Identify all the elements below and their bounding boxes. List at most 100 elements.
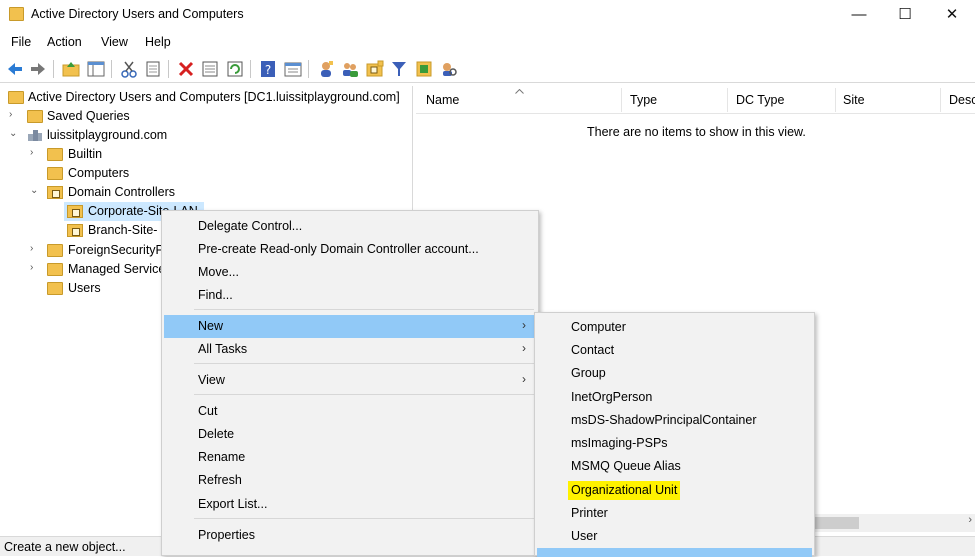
console-tree-icon[interactable] — [283, 59, 303, 79]
scroll-right-icon[interactable]: › — [968, 514, 972, 526]
new-printer[interactable]: Printer — [537, 502, 812, 525]
tree-label: ForeignSecurityP — [68, 243, 164, 257]
chevron-right-icon: › — [522, 372, 526, 386]
new-inetorgperson[interactable]: InetOrgPerson — [537, 386, 812, 409]
tree-label: Domain Controllers — [68, 185, 175, 199]
domain-icon — [28, 130, 42, 141]
menu-item-rename[interactable]: Rename — [164, 446, 536, 469]
new-organizational-unit[interactable]: Organizational Unit — [537, 479, 812, 502]
ou-folder-icon — [67, 205, 83, 218]
menu-item-cut[interactable]: Cut — [164, 400, 536, 423]
svg-text:?: ? — [265, 63, 271, 77]
folder-icon — [27, 110, 43, 123]
properties-icon[interactable] — [200, 59, 220, 79]
add-to-group-icon[interactable] — [414, 59, 434, 79]
tree-item-root[interactable]: Active Directory Users and Computers [DC… — [0, 88, 410, 107]
chevron-right-icon[interactable]: › — [30, 243, 42, 254]
folder-icon — [47, 148, 63, 161]
folder-icon — [47, 244, 63, 257]
back-icon[interactable] — [5, 59, 25, 79]
tree-item-domain-controllers[interactable]: ⌄ Domain Controllers — [0, 183, 410, 202]
column-type[interactable]: Type — [630, 93, 657, 107]
cut-icon[interactable] — [119, 59, 139, 79]
status-text: Create a new object... — [4, 540, 126, 554]
chevron-right-icon[interactable]: › — [30, 262, 42, 273]
folder-icon — [47, 282, 63, 295]
menu-action[interactable]: Action — [47, 35, 82, 49]
menu-help[interactable]: Help — [145, 35, 171, 49]
chevron-right-icon: › — [522, 341, 526, 355]
chevron-right-icon[interactable]: › — [9, 109, 21, 120]
up-folder-icon[interactable] — [61, 59, 81, 79]
new-user[interactable]: User — [537, 525, 812, 548]
forward-icon[interactable] — [28, 59, 48, 79]
show-hide-tree-icon[interactable] — [86, 59, 106, 79]
tree-label: Branch-Site- — [88, 223, 158, 237]
close-button[interactable]: ✕ — [929, 0, 975, 31]
menu-bar: File Action View Help — [0, 31, 975, 53]
new-msimaging-psps[interactable]: msImaging-PSPs — [537, 432, 812, 455]
menu-item-precreate-rodc[interactable]: Pre-create Read-only Domain Controller a… — [164, 238, 536, 261]
new-computer[interactable]: Computer — [537, 316, 812, 339]
tree-label: Active Directory Users and Computers [DC… — [28, 90, 400, 104]
filter-icon[interactable] — [389, 59, 409, 79]
ou-folder-icon — [47, 186, 63, 199]
minimize-button[interactable]: — — [836, 0, 882, 31]
tree-label: Users — [68, 281, 101, 295]
new-group-icon[interactable] — [340, 59, 360, 79]
column-site[interactable]: Site — [843, 93, 865, 107]
menu-item-find[interactable]: Find... — [164, 284, 536, 307]
list-header: Name Type DC Type Site Desc — [416, 86, 975, 114]
chevron-right-icon: › — [522, 318, 526, 332]
sort-ascending-icon — [515, 89, 524, 94]
menu-item-all-tasks[interactable]: All Tasks › — [164, 338, 536, 361]
column-dc-type[interactable]: DC Type — [736, 93, 784, 107]
app-icon — [9, 7, 24, 21]
chevron-down-icon[interactable]: ⌄ — [9, 128, 21, 139]
menu-item-refresh[interactable]: Refresh — [164, 469, 536, 492]
folder-icon — [47, 263, 63, 276]
new-ou-icon[interactable] — [365, 59, 385, 79]
refresh-icon[interactable] — [225, 59, 245, 79]
tree-item-computers[interactable]: Computers — [0, 164, 410, 183]
new-msds-shadow-principal-container[interactable]: msDS-ShadowPrincipalContainer — [537, 409, 812, 432]
menu-item-move[interactable]: Move... — [164, 261, 536, 284]
menu-view[interactable]: View — [101, 35, 128, 49]
tree-label: luissitplayground.com — [47, 128, 168, 142]
new-msmq-queue-alias[interactable]: MSMQ Queue Alias — [537, 455, 812, 478]
help-icon[interactable]: ? — [258, 59, 278, 79]
context-menu: Delegate Control... Pre-create Read-only… — [161, 210, 539, 556]
ou-folder-icon — [67, 224, 83, 237]
menu-file[interactable]: File — [11, 35, 31, 49]
toolbar: ? — [0, 55, 975, 83]
window-title: Active Directory Users and Computers — [31, 7, 244, 21]
tree-label: Saved Queries — [47, 109, 130, 123]
column-name[interactable]: Name — [426, 93, 459, 107]
column-description[interactable]: Desc — [949, 93, 975, 107]
menu-item-new[interactable]: New › — [164, 315, 536, 338]
menu-item-delete[interactable]: Delete — [164, 423, 536, 446]
empty-list-message: There are no items to show in this view. — [587, 125, 806, 139]
tree-label: Computers — [68, 166, 130, 180]
menu-item-export-list[interactable]: Export List... — [164, 493, 536, 516]
tree-item-domain[interactable]: ⌄ luissitplayground.com — [0, 126, 410, 145]
folder-icon — [47, 167, 63, 180]
chevron-right-icon[interactable]: › — [30, 147, 42, 158]
scrollbar-thumb[interactable] — [814, 517, 859, 529]
tree-item-builtin[interactable]: › Builtin — [0, 145, 410, 164]
find-icon[interactable] — [439, 59, 459, 79]
new-contact[interactable]: Contact — [537, 339, 812, 362]
aduc-icon — [8, 91, 24, 104]
menu-item-properties[interactable]: Properties — [164, 524, 536, 547]
chevron-down-icon[interactable]: ⌄ — [30, 185, 42, 196]
copy-icon[interactable] — [143, 59, 163, 79]
menu-item-delegate-control[interactable]: Delegate Control... — [164, 215, 536, 238]
tree-item-saved-queries[interactable]: › Saved Queries — [0, 107, 410, 126]
new-user-icon[interactable] — [316, 59, 336, 79]
tree-label: Builtin — [68, 147, 103, 161]
menu-item-view[interactable]: View › — [164, 369, 536, 392]
new-group[interactable]: Group — [537, 362, 812, 385]
new-submenu: Computer Contact Group InetOrgPerson msD… — [534, 312, 815, 557]
delete-icon[interactable] — [176, 59, 196, 79]
maximize-button[interactable]: ☐ — [882, 0, 928, 31]
